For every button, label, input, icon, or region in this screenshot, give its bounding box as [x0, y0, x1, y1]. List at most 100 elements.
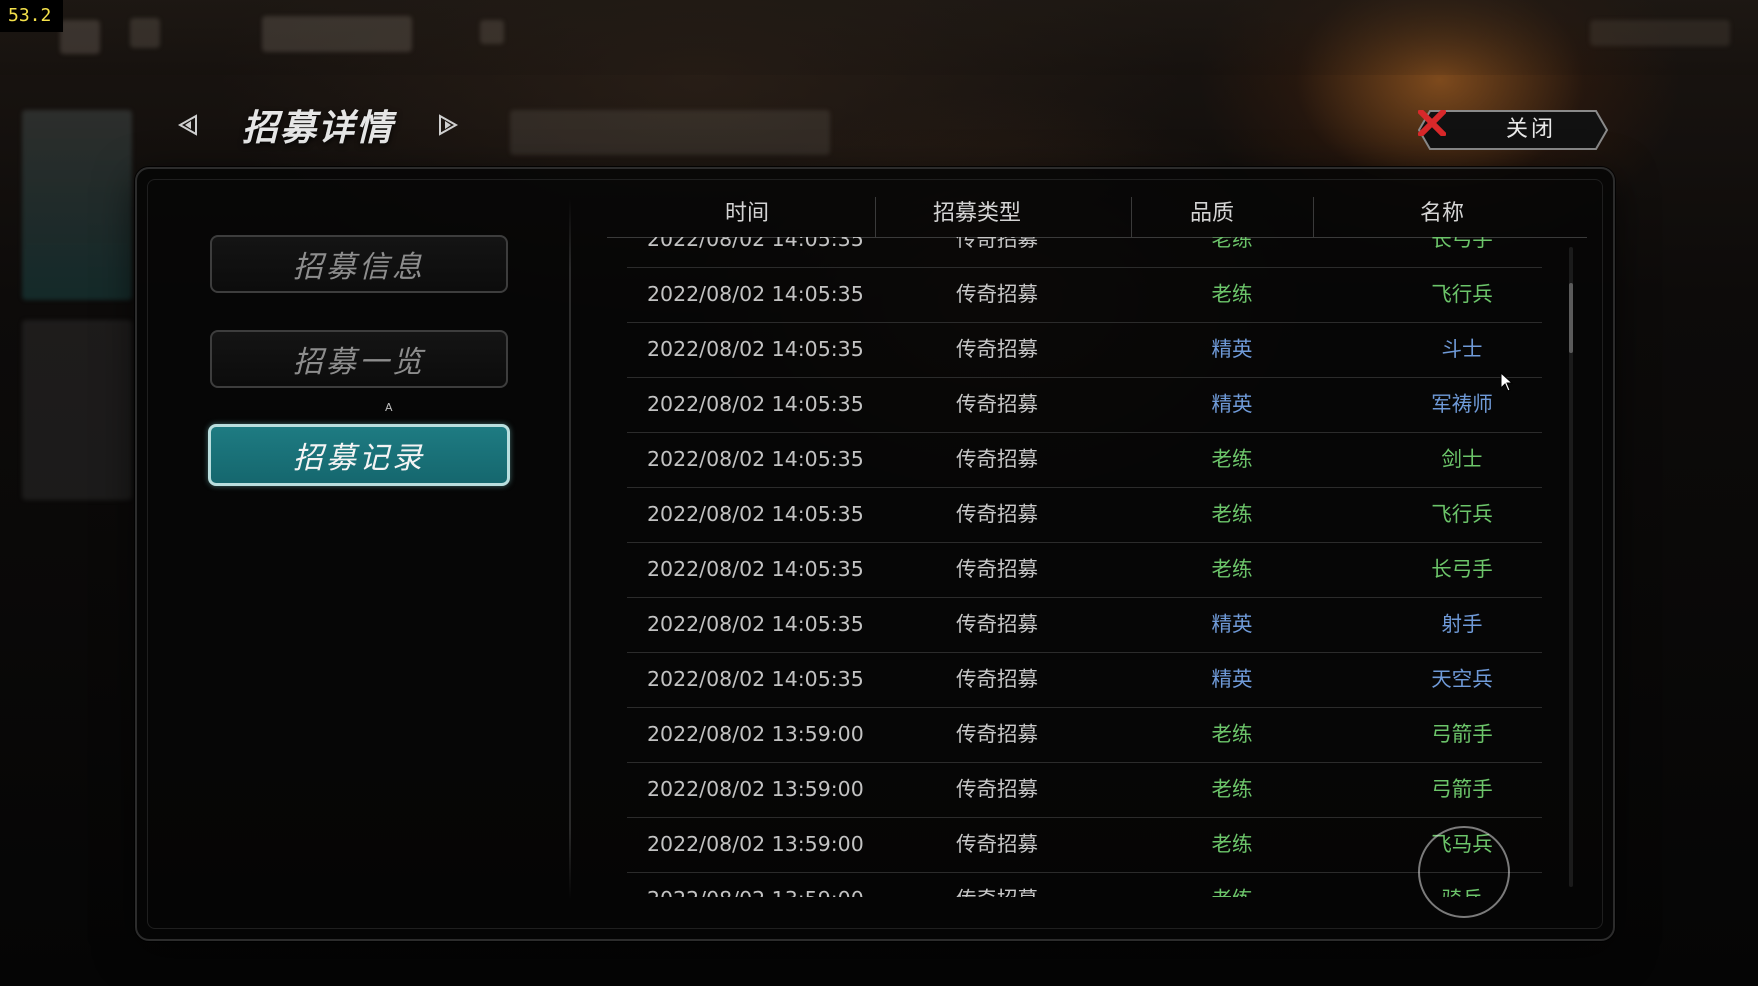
row-quality: 老练	[1211, 557, 1253, 581]
table-row[interactable]: 2022/08/02 13:59:00 传奇招募 老练 弓箭手	[627, 762, 1542, 818]
next-arrow-icon[interactable]	[430, 107, 466, 143]
mouse-cursor-icon	[1500, 371, 1514, 396]
table-header: 时间 招募类型 品质 名称	[607, 189, 1587, 238]
scrollbar[interactable]	[1569, 247, 1573, 887]
table-row[interactable]: 2022/08/02 14:05:35 传奇招募 老练 长弓手	[627, 237, 1542, 268]
blurred-top-title	[262, 16, 412, 52]
column-header-quality: 品质	[1189, 201, 1234, 226]
row-type: 传奇招募	[956, 612, 1038, 636]
page-title: 招募详情	[242, 108, 395, 149]
row-quality: 老练	[1211, 282, 1253, 306]
row-type: 传奇招募	[956, 502, 1038, 526]
row-quality: 老练	[1182, 872, 1282, 897]
row-time: 2022/08/02 14:05:35	[647, 557, 864, 581]
row-name: 飞马兵	[1431, 832, 1493, 856]
row-time: 2022/08/02 14:05:35	[647, 447, 864, 471]
row-quality: 精英	[1211, 392, 1253, 416]
row-type: 传奇招募	[956, 282, 1038, 306]
row-name: 弓箭手	[1431, 722, 1493, 746]
tab-label: 招募信息	[293, 250, 425, 285]
scrollbar-thumb[interactable]	[1569, 283, 1573, 353]
row-time: 2022/08/02 13:59:00	[647, 872, 864, 897]
row-time: 2022/08/02 14:05:35	[647, 282, 864, 306]
blurred-left-thumbnail	[22, 110, 132, 300]
row-name: 剑士	[1441, 447, 1483, 471]
table-row[interactable]: 2022/08/02 14:05:35 传奇招募 精英 斗士	[627, 322, 1542, 378]
tab-recruit-info[interactable]: 招募信息	[210, 235, 508, 293]
table-row[interactable]: 2022/08/02 13:59:00 传奇招募 老练 飞马兵	[627, 817, 1542, 873]
prev-arrow-icon[interactable]	[170, 107, 206, 143]
row-quality: 老练	[1211, 237, 1253, 251]
title-row: 招募详情	[170, 95, 466, 155]
close-label: 关闭	[1506, 117, 1557, 142]
table-row[interactable]: 2022/08/02 14:05:35 传奇招募 老练 飞行兵	[627, 487, 1542, 543]
close-x-icon	[1418, 110, 1446, 136]
table-row[interactable]: 2022/08/02 14:05:35 传奇招募 老练 飞行兵	[627, 267, 1542, 323]
row-type: 传奇招募	[956, 722, 1038, 746]
row-type: 传奇招募	[956, 392, 1038, 416]
tab-label: 招募记录	[293, 441, 425, 476]
row-name: 斗士	[1441, 337, 1483, 361]
row-quality: 精英	[1211, 612, 1253, 636]
column-header-type: 招募类型	[932, 201, 1021, 226]
blurred-left-thumbnail	[22, 320, 132, 500]
row-time: 2022/08/02 14:05:35	[647, 612, 864, 636]
table-row[interactable]: 2022/08/02 14:05:35 传奇招募 精英 天空兵	[627, 652, 1542, 708]
row-name: 长弓手	[1431, 557, 1493, 581]
table-row[interactable]: 2022/08/02 14:05:35 传奇招募 精英 军祷师	[627, 377, 1542, 433]
row-time: 2022/08/02 14:05:35	[647, 337, 864, 361]
table-row[interactable]: 2022/08/02 13:59:00 传奇招募 老练 弓箭手	[627, 707, 1542, 763]
table-row[interactable]: 2022/08/02 14:05:35 传奇招募 精英 射手	[627, 597, 1542, 653]
close-button[interactable]: 关闭	[1418, 110, 1608, 150]
tab-recruit-overview[interactable]: 招募一览	[210, 330, 508, 388]
row-time: 2022/08/02 14:05:35	[647, 502, 864, 526]
row-type: 传奇招募	[956, 557, 1038, 581]
key-hint: A	[385, 401, 393, 414]
row-quality: 老练	[1211, 502, 1253, 526]
blurred-subtitle	[510, 110, 830, 155]
row-time: 2022/08/02 14:05:35	[647, 237, 864, 251]
row-type: 传奇招募	[956, 337, 1038, 361]
blurred-top-icon	[60, 20, 100, 54]
row-type: 传奇招募	[956, 237, 1038, 251]
row-name: 弓箭手	[1431, 777, 1493, 801]
row-name: 射手	[1441, 612, 1483, 636]
row-time: 2022/08/02 13:59:00	[647, 832, 864, 856]
row-type: 传奇招募	[956, 667, 1038, 691]
record-list[interactable]: 2022/08/02 14:05:35 传奇招募 老练 长弓手 2022/08/02 1…	[607, 237, 1557, 897]
row-quality: 精英	[1211, 337, 1253, 361]
row-quality: 老练	[1211, 777, 1253, 801]
panel-divider	[569, 199, 571, 899]
row-name: 军祷师	[1431, 392, 1493, 416]
row-name: 飞行兵	[1431, 282, 1493, 306]
tab-recruit-record[interactable]: 招募记录	[208, 424, 510, 486]
row-time: 2022/08/02 13:59:00	[647, 722, 864, 746]
row-time: 2022/08/02 14:05:35	[647, 667, 864, 691]
row-name: 长弓手	[1431, 237, 1493, 251]
row-type: 传奇招募	[956, 447, 1038, 471]
row-quality: 精英	[1211, 667, 1253, 691]
row-name: 骑兵	[1387, 872, 1537, 897]
row-time: 2022/08/02 14:05:35	[647, 392, 864, 416]
column-header-time: 时间	[724, 201, 769, 226]
table-row[interactable]: 2022/08/02 13:59:00 传奇招募 老练 骑兵	[627, 872, 1542, 897]
row-time: 2022/08/02 13:59:00	[647, 777, 864, 801]
top-bar	[0, 0, 1758, 75]
column-header-name: 名称	[1419, 201, 1464, 226]
row-name: 天空兵	[1431, 667, 1493, 691]
header-separator	[1131, 197, 1132, 237]
blurred-top-right	[1590, 20, 1730, 46]
table-row[interactable]: 2022/08/02 14:05:35 传奇招募 老练 长弓手	[627, 542, 1542, 598]
row-type: 传奇招募	[956, 777, 1038, 801]
header-separator	[1313, 197, 1314, 237]
blurred-top-icon	[130, 18, 160, 48]
header-separator	[875, 197, 876, 237]
tab-label: 招募一览	[293, 345, 425, 380]
row-type: 传奇招募	[956, 832, 1038, 856]
row-type: 传奇招募	[927, 872, 1067, 897]
recruit-detail-panel: 招募信息 招募一览 A 招募记录 时间 招募类型 品质 名称 2022/08/0…	[135, 167, 1615, 941]
row-quality: 老练	[1211, 722, 1253, 746]
table-row[interactable]: 2022/08/02 14:05:35 传奇招募 老练 剑士	[627, 432, 1542, 488]
row-quality: 老练	[1211, 832, 1253, 856]
row-quality: 老练	[1211, 447, 1253, 471]
